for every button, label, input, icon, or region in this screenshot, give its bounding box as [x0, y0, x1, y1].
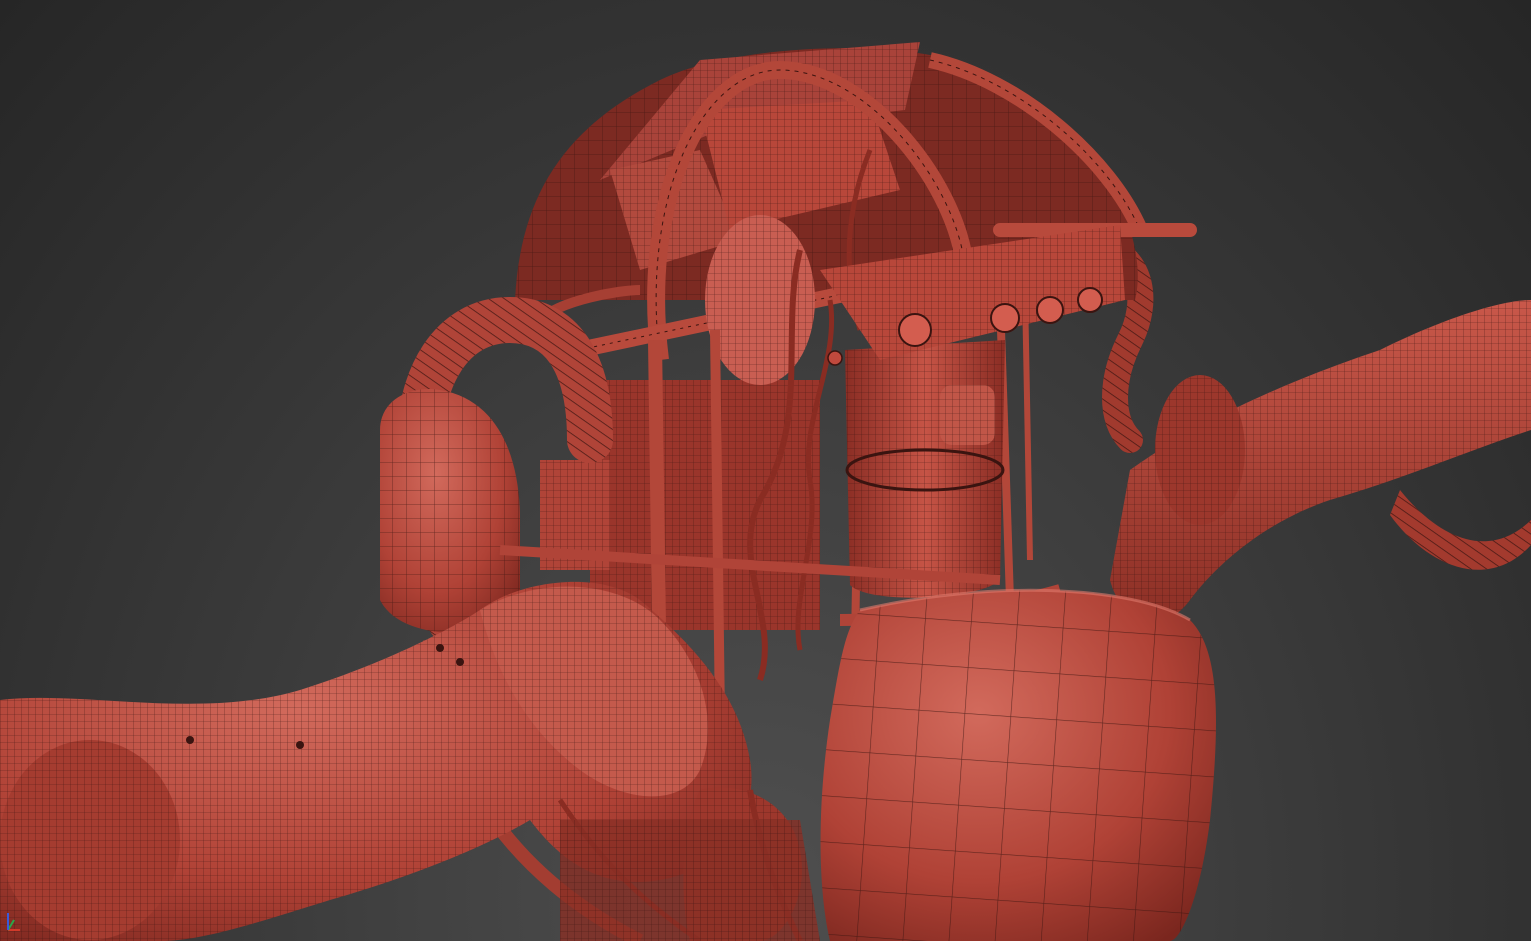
- 3d-viewport[interactable]: [0, 0, 1531, 941]
- left-shoulder-plate: [380, 389, 520, 634]
- neck-cylinder: [845, 340, 1005, 598]
- chest-plate: [820, 588, 1216, 941]
- robot-model-render[interactable]: [0, 0, 1531, 941]
- right-arm: [1110, 300, 1531, 622]
- axis-gizmo-icon: [7, 913, 20, 931]
